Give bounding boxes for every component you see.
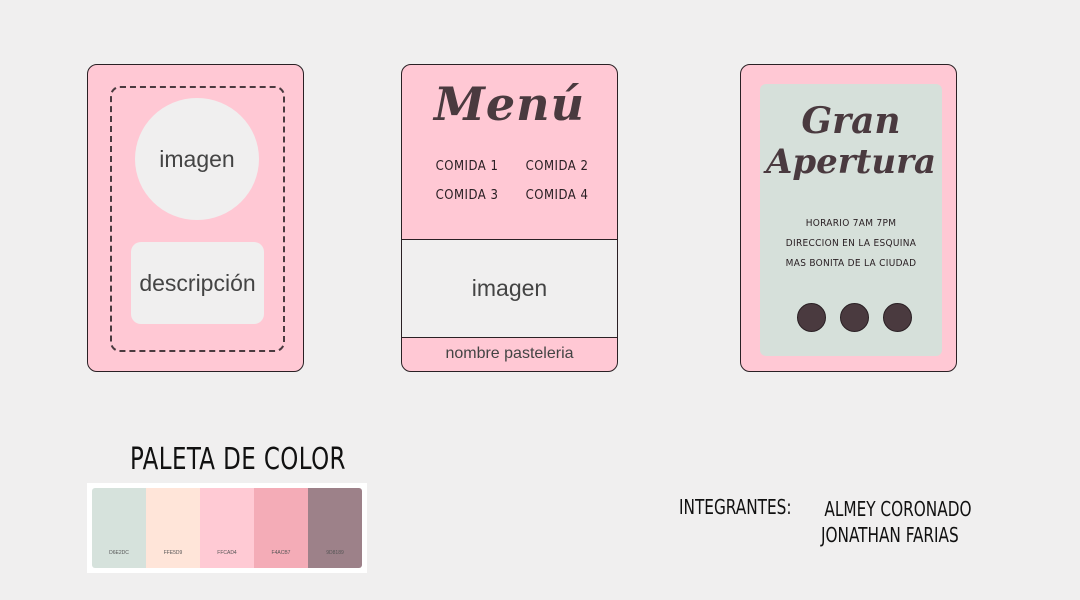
palette-swatch: F4ACB7 <box>254 488 308 568</box>
opening-info-address-2: MAS BONITA DE LA CIUDAD <box>785 258 917 269</box>
menu-title: Menú <box>433 77 586 131</box>
swatch-hex: F4ACB7 <box>271 550 291 556</box>
member-name: ALMEY CORONADO <box>824 497 972 521</box>
image-placeholder-box: imagen <box>402 239 617 338</box>
social-dot <box>840 303 869 332</box>
social-dot <box>797 303 826 332</box>
swatch-hex: D6E2DC <box>109 550 129 556</box>
menu-item: COMIDA 4 <box>525 188 589 203</box>
color-palette: D6E2DC FFE5D9 FFCAD4 F4ACB7 9D8189 <box>87 483 367 573</box>
opening-title-line1: Gran <box>801 100 901 142</box>
opening-info-hours: HORARIO 7AM 7PM <box>805 218 897 229</box>
image-label: imagen <box>159 145 235 172</box>
social-dot <box>883 303 912 332</box>
palette-title: PALETA DE COLOR <box>130 442 346 477</box>
palette-swatch: D6E2DC <box>92 488 146 568</box>
opening-card: Gran Apertura HORARIO 7AM 7PM DIRECCION … <box>740 64 957 372</box>
image-placeholder-circle: imagen <box>135 98 259 220</box>
menu-items: COMIDA 1 COMIDA 2 COMIDA 3 COMIDA 4 <box>422 159 602 203</box>
opening-inner-panel: Gran Apertura HORARIO 7AM 7PM DIRECCION … <box>760 84 942 356</box>
member-name: JONATHAN FARIAS <box>821 523 959 547</box>
menu-item: COMIDA 1 <box>435 159 499 174</box>
swatch-hex: FFE5D9 <box>163 550 183 556</box>
description-label: descripción <box>139 269 256 296</box>
swatch-hex: FFCAD4 <box>217 550 237 556</box>
members-list: ALMEY CORONADO JONATHAN FARIAS <box>821 496 972 548</box>
menu-item: COMIDA 3 <box>435 188 499 203</box>
menu-item: COMIDA 2 <box>525 159 589 174</box>
menu-card: Menú COMIDA 1 COMIDA 2 COMIDA 3 COMIDA 4… <box>401 64 618 372</box>
social-dots <box>797 303 912 332</box>
bakery-name: nombre pasteleria <box>445 345 574 362</box>
palette-swatch: 9D8189 <box>308 488 362 568</box>
opening-title-line2: Apertura <box>765 142 937 182</box>
palette-swatch: FFE5D9 <box>146 488 200 568</box>
members-label: INTEGRANTES: <box>679 495 792 519</box>
palette-swatch: FFCAD4 <box>200 488 254 568</box>
description-placeholder: descripción <box>131 242 264 324</box>
swatch-hex: 9D8189 <box>326 550 344 556</box>
opening-info-address: DIRECCION EN LA ESQUINA <box>785 238 917 249</box>
image-label: imagen <box>471 275 548 301</box>
template-card-1: imagen descripción <box>87 64 304 372</box>
palette-row: D6E2DC FFE5D9 FFCAD4 F4ACB7 9D8189 <box>92 488 362 568</box>
